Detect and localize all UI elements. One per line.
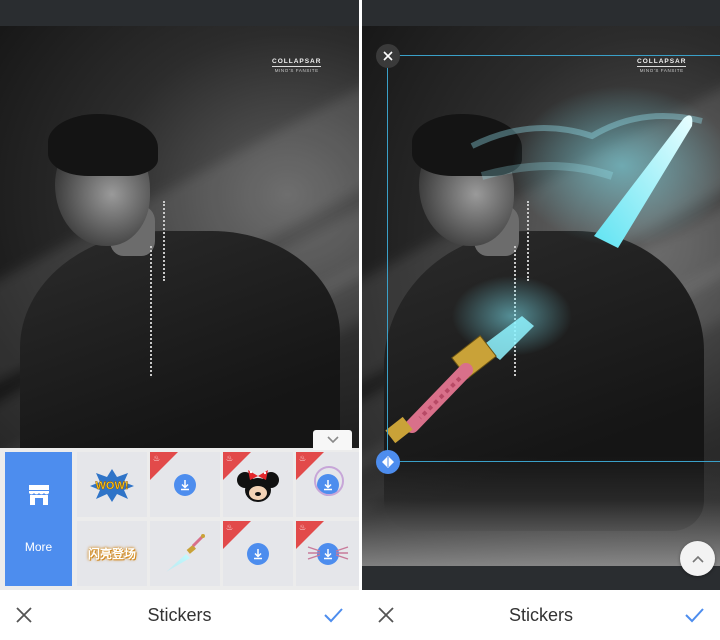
wow-text: WOW! — [96, 480, 129, 492]
flame-icon: ♨ — [226, 454, 234, 463]
close-icon[interactable] — [376, 605, 396, 625]
text-sticker-label: 闪亮登场 — [87, 547, 136, 561]
check-icon[interactable] — [323, 605, 343, 625]
remove-sticker-button[interactable] — [376, 44, 400, 68]
ring-sticker-preview — [314, 466, 344, 496]
close-icon — [383, 51, 393, 61]
check-icon[interactable] — [684, 605, 704, 625]
flame-icon: ♨ — [226, 523, 234, 532]
collapse-tray-button[interactable] — [313, 430, 352, 450]
download-icon — [181, 479, 189, 490]
screen-title: Stickers — [147, 604, 212, 625]
photo-canvas: COLLAPSAR MINO'S FANSITE — [0, 26, 359, 448]
more-stickers-button[interactable]: More — [5, 452, 72, 586]
flame-icon: ♨ — [299, 523, 307, 532]
bottom-action-bar: Stickers — [0, 590, 359, 640]
sticker-tile-download[interactable]: ♨ — [296, 452, 359, 517]
flip-sticker-button[interactable] — [376, 450, 400, 474]
necklace — [150, 246, 153, 376]
expand-tray-button[interactable] — [680, 541, 715, 576]
sword-sticker-icon — [166, 533, 205, 572]
wow-sticker-icon: WOW! — [90, 468, 134, 502]
flame-icon: ♨ — [299, 454, 307, 463]
status-bar — [362, 0, 720, 26]
sticker-browser-screen: COLLAPSAR MINO'S FANSITE More WOW! ♨ ♨ ♨… — [0, 0, 359, 640]
bottom-action-bar: Stickers — [362, 590, 720, 640]
tray-placeholder-strip — [362, 566, 720, 590]
person-body — [20, 231, 340, 448]
sticker-tile-minnie[interactable]: ♨ — [223, 452, 293, 517]
status-bar — [0, 0, 359, 26]
flip-icon — [382, 456, 394, 468]
screen-title: Stickers — [508, 604, 573, 625]
whisker-sticker-preview — [307, 546, 349, 560]
sticker-edit-screen: COLLAPSAR MINO'S FANSITE Stickers — [362, 0, 720, 640]
more-label: More — [24, 540, 53, 554]
close-icon[interactable] — [14, 605, 34, 625]
person-hair — [48, 114, 158, 176]
sticker-tile-text[interactable]: 闪亮登场 — [77, 521, 147, 586]
sticker-tile-download[interactable]: ♨ — [223, 521, 293, 586]
watermark: COLLAPSAR MINO'S FANSITE — [272, 58, 322, 73]
sticker-tile-download[interactable]: ♨ — [296, 521, 359, 586]
sticker-tile-download[interactable]: ♨ — [150, 452, 220, 517]
sticker-tile-sword[interactable] — [150, 521, 220, 586]
necklace — [163, 201, 166, 281]
sticker-selection-box[interactable] — [387, 55, 720, 462]
flame-icon: ♨ — [153, 454, 161, 463]
sticker-tile-wow[interactable]: WOW! — [77, 452, 147, 517]
chevron-down-icon — [326, 436, 339, 444]
chevron-up-icon — [691, 555, 704, 563]
download-icon — [254, 548, 262, 559]
watermark-title: COLLAPSAR — [272, 58, 322, 67]
watermark-subtitle: MINO'S FANSITE — [274, 68, 319, 73]
store-icon — [28, 485, 49, 505]
